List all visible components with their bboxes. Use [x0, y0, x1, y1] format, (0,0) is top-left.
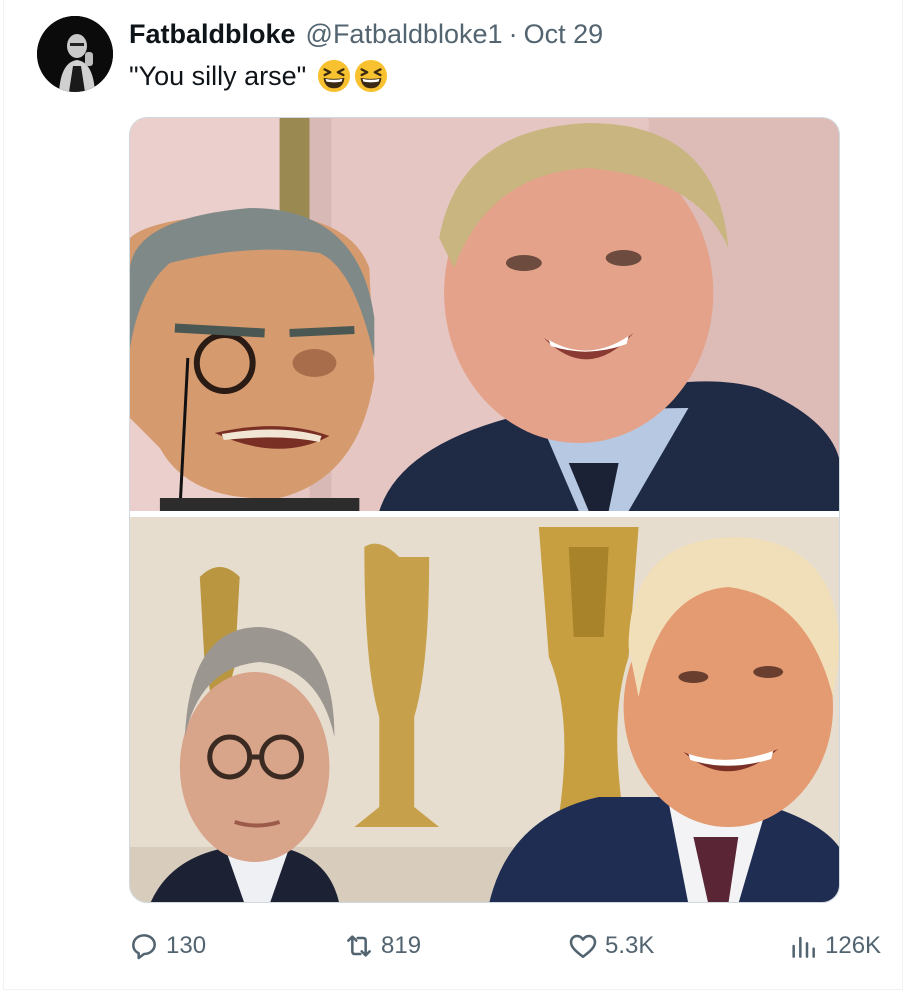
repost-icon — [347, 935, 371, 957]
separator-dot: · — [508, 18, 518, 49]
grinning-squinting-face-icon — [318, 59, 351, 93]
tweet-header: Fatbaldbloke @Fatbaldbloke1 · Oct 29 — [129, 18, 603, 50]
tweet-action-bar: 130 819 5.3K 126K — [0, 922, 906, 970]
reply-count: 130 — [166, 932, 207, 959]
author-avatar[interactable] — [37, 16, 113, 92]
reply-button[interactable]: 130 — [128, 922, 206, 970]
grinning-squinting-face-icon — [355, 59, 388, 93]
tweet-date[interactable]: Oct 29 — [524, 19, 604, 50]
tweet-text-content: "You silly arse" — [129, 60, 307, 91]
tweet-text: "You silly arse" — [129, 58, 388, 94]
tweet-media[interactable] — [129, 117, 840, 903]
author-handle[interactable]: @Fatbaldbloke1 — [306, 19, 503, 50]
media-photo-bottom — [130, 517, 839, 902]
views-button[interactable]: 126K — [787, 922, 881, 970]
like-count: 5.3K — [605, 932, 655, 959]
repost-count: 819 — [381, 932, 422, 959]
views-count: 126K — [825, 932, 882, 959]
media-photo-top — [130, 118, 839, 511]
repost-button[interactable]: 819 — [343, 922, 421, 970]
author-name[interactable]: Fatbaldbloke — [129, 19, 296, 50]
reply-icon — [132, 934, 156, 960]
tweet-card[interactable]: Fatbaldbloke @Fatbaldbloke1 · Oct 29 "Yo… — [3, 0, 903, 990]
heart-icon — [569, 934, 597, 958]
like-button[interactable]: 5.3K — [567, 922, 654, 970]
views-chart-icon — [792, 936, 815, 958]
avatar-image — [37, 16, 113, 92]
